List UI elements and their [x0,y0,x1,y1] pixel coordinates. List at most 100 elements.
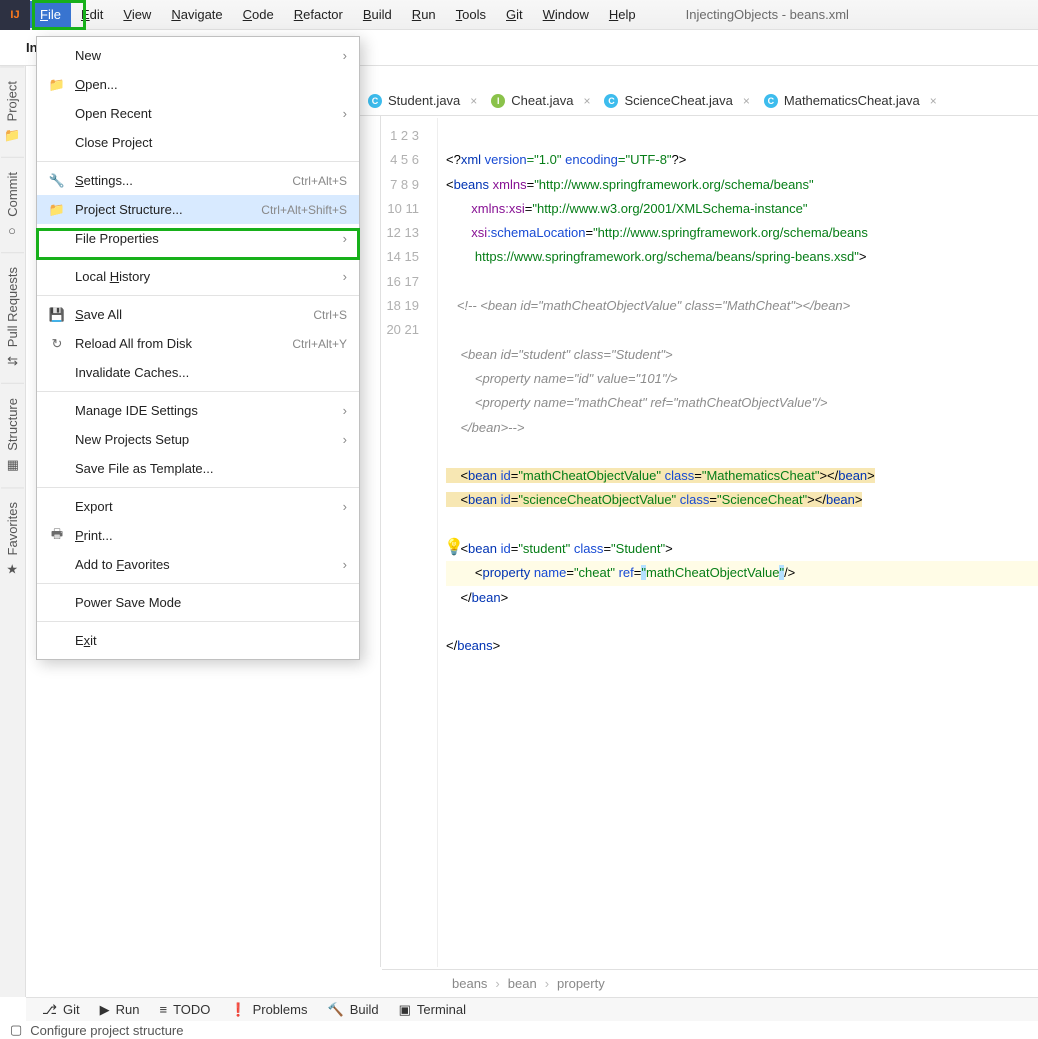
close-icon[interactable]: × [583,94,590,108]
breadcrumb-item[interactable]: property [557,976,605,991]
menu-item-exit[interactable]: Exit [37,626,359,655]
terminal-icon: ▣ [399,1002,411,1018]
menu-tools[interactable]: Tools [446,1,496,28]
editor-tab[interactable]: I Cheat.java × [485,89,596,112]
editor-tab[interactable]: CMathematicsCheat.java× [758,89,943,112]
menu-shortcut: Ctrl+Alt+Y [292,337,347,351]
menu-item-settings[interactable]: 🔧Settings...Ctrl+Alt+S [37,166,359,195]
menu-window[interactable]: Window [533,1,599,28]
menu-item-print[interactable]: 🖶Print... [37,521,359,550]
wrench-icon: 🔧 [47,173,67,189]
status-icon: ▢ [10,1022,22,1038]
menu-item-label: New [75,48,343,63]
menu-navigate[interactable]: Navigate [161,1,232,28]
menu-item-label: Invalidate Caches... [75,365,347,380]
problems-icon: ❗ [230,1002,246,1018]
bottom-tab-problems[interactable]: ❗Problems [230,1002,307,1018]
bottom-tool-window-bar: ⎇Git ▶Run ≡TODO ❗Problems 🔨Build ▣Terminal [26,997,1038,1021]
menu-item-save-file-as-template[interactable]: Save File as Template... [37,454,359,483]
save-icon: 💾 [47,307,67,323]
bottom-tab-todo[interactable]: ≡TODO [159,1002,210,1017]
menu-item-new[interactable]: New› [37,41,359,70]
menu-item-label: Open Recent [75,106,343,121]
code-lines: <?xml version="1.0" encoding="UTF-8"?> <… [446,124,1038,659]
menu-item-label: Close Project [75,135,347,150]
menu-item-label: Export [75,499,343,514]
tool-tab-pull-requests[interactable]: ⇆Pull Requests [1,252,24,383]
splitter[interactable] [380,116,381,967]
menu-item-invalidate-caches[interactable]: Invalidate Caches... [37,358,359,387]
menu-run[interactable]: Run [402,1,446,28]
file-type-icon: I [491,94,505,108]
bottom-tab-run[interactable]: ▶Run [100,1002,140,1018]
todo-icon: ≡ [159,1002,167,1017]
menu-item-power-save-mode[interactable]: Power Save Mode [37,588,359,617]
menu-item-manage-ide-settings[interactable]: Manage IDE Settings› [37,396,359,425]
close-icon[interactable]: × [470,94,477,108]
menu-item-export[interactable]: Export› [37,492,359,521]
menu-item-reload-all-from-disk[interactable]: ↻ Reload All from DiskCtrl+Alt+Y [37,329,359,358]
submenu-arrow-icon: › [343,231,347,246]
breadcrumb-item[interactable]: bean [508,976,537,991]
menu-item-close-project[interactable]: Close Project [37,128,359,157]
menu-item-add-to-favorites[interactable]: Add to Favorites› [37,550,359,579]
tool-tab-commit[interactable]: ○Commit [1,157,24,252]
status-text: Configure project structure [30,1023,183,1038]
menu-build[interactable]: Build [353,1,402,28]
menu-item-local-history[interactable]: Local History› [37,262,359,291]
menu-code[interactable]: Code [233,1,284,28]
menu-help[interactable]: Help [599,1,646,28]
submenu-arrow-icon: › [343,432,347,447]
git-icon: ⎇ [42,1002,57,1018]
menu-item-label: Reload All from Disk [75,336,292,351]
menu-view[interactable]: View [113,1,161,28]
menu-edit[interactable]: Edit [71,1,113,28]
editor-tab[interactable]: CStudent.java× [362,89,483,112]
tab-label: Cheat.java [511,93,573,108]
menu-item-project-structure[interactable]: 📁Project Structure...Ctrl+Alt+Shift+S [37,195,359,224]
menu-item-label: Save File as Template... [75,461,347,476]
menu-shortcut: Ctrl+Alt+S [292,174,347,188]
menu-file[interactable]: File [30,1,71,28]
folder-icon: 📁 [47,202,67,218]
window-title: InjectingObjects - beans.xml [686,7,849,22]
tool-tab-favorites[interactable]: ★Favorites [1,487,24,591]
menu-refactor[interactable]: Refactor [284,1,353,28]
menu-git[interactable]: Git [496,1,533,28]
bottom-tab-terminal[interactable]: ▣Terminal [399,1002,466,1018]
close-icon[interactable]: × [743,94,750,108]
submenu-arrow-icon: › [343,106,347,121]
menu-item-save-all[interactable]: 💾Save AllCtrl+S [37,300,359,329]
menu-item-label: Open... [75,77,347,92]
submenu-arrow-icon: › [343,403,347,418]
tool-tab-structure[interactable]: ▦Structure [1,383,24,487]
editor-breadcrumb: beans›bean›property [382,969,1038,997]
bottom-tab-build[interactable]: 🔨Build [328,1002,379,1018]
file-type-icon: C [368,94,382,108]
gutter: 1 2 3 4 5 6 7 8 9 10 11 12 13 14 15 16 1… [382,118,438,967]
close-icon[interactable]: × [930,94,937,108]
code-editor[interactable]: 1 2 3 4 5 6 7 8 9 10 11 12 13 14 15 16 1… [382,118,1038,967]
file-type-icon: C [604,94,618,108]
left-tool-window-bar: 📁Project○Commit⇆Pull Requests▦Structure★… [0,66,26,997]
bottom-tab-git[interactable]: ⎇Git [42,1002,80,1018]
build-icon: 🔨 [328,1002,344,1018]
editor-tab[interactable]: C ScienceCheat.java × [598,89,755,112]
submenu-arrow-icon: › [343,499,347,514]
submenu-arrow-icon: › [343,557,347,572]
editor-tabs: CStudent.java× I Cheat.java × C ScienceCheat.… [356,86,1038,116]
menu-item-new-projects-setup[interactable]: New Projects Setup› [37,425,359,454]
menu-item-open[interactable]: 📁Open... [37,70,359,99]
tool-tab-project[interactable]: 📁Project [0,66,24,157]
submenu-arrow-icon: › [343,269,347,284]
menu-item-label: Project Structure... [75,202,261,217]
tab-label: MathematicsCheat.java [784,93,920,108]
tab-label: ScienceCheat.java [624,93,732,108]
app-icon: IJ [0,0,30,30]
menu-item-open-recent[interactable]: Open Recent› [37,99,359,128]
breadcrumb-item[interactable]: beans [452,976,487,991]
reload-icon: ↻ [47,336,67,352]
submenu-arrow-icon: › [343,48,347,63]
menu-item-file-properties[interactable]: File Properties› [37,224,359,253]
menu-item-label: File Properties [75,231,343,246]
